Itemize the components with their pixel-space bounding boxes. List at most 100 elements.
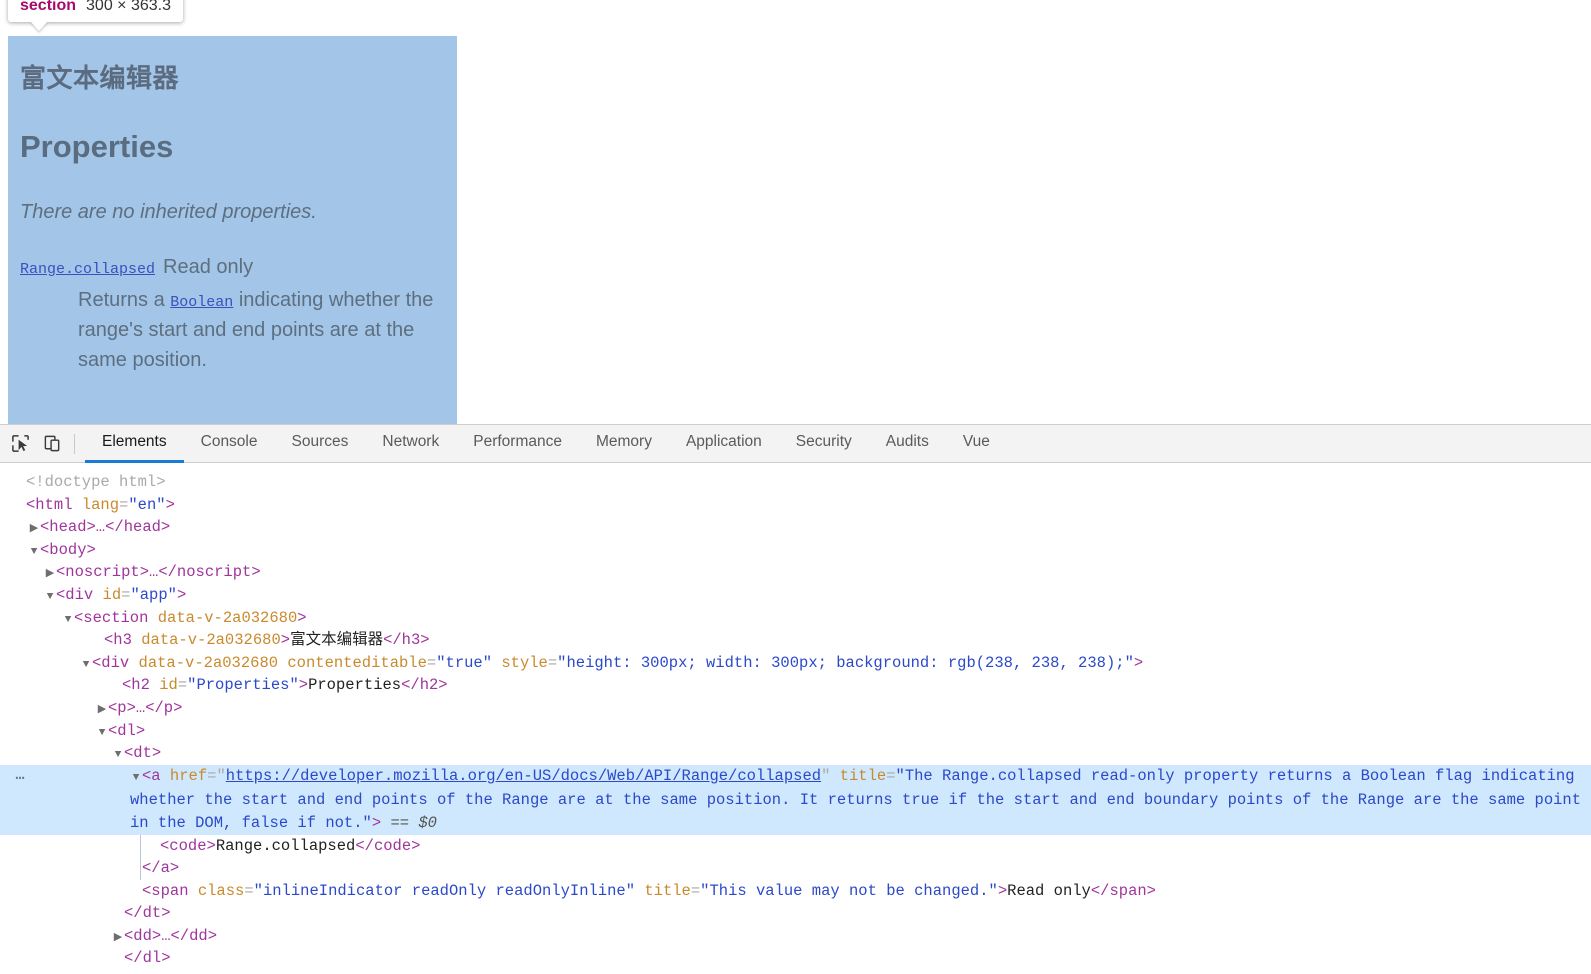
dom-node-head[interactable]: ▶ <head>…</head> xyxy=(0,516,1591,539)
div-app-twisty-icon[interactable]: ▼ xyxy=(44,586,56,609)
head-twisty-icon[interactable]: ▶ xyxy=(28,518,40,541)
tab-sources[interactable]: Sources xyxy=(275,425,366,463)
dd-collapsed-text: <dd>…</dd> xyxy=(124,926,218,945)
tab-console[interactable]: Console xyxy=(184,425,275,463)
body-twisty-icon[interactable]: ▼ xyxy=(28,541,40,564)
code-close-tag: </code> xyxy=(355,836,421,855)
span-text: Read only xyxy=(1007,881,1091,900)
device-toolbar-icon[interactable] xyxy=(36,429,68,459)
dom-node-doctype[interactable]: ▶<!doctype html> xyxy=(0,471,1591,494)
screenshot-root: section 300 × 363.3 富文本编辑器 Properties The… xyxy=(0,0,1591,974)
dom-node-p[interactable]: ▶ <p>…</p> xyxy=(0,697,1591,720)
page-heading-properties: Properties xyxy=(20,129,174,164)
dl-close-tag: </dl> xyxy=(124,949,171,968)
dom-node-dd[interactable]: ▶ <dd>…</dd> xyxy=(0,925,1591,948)
dom-node-div-editable[interactable]: ▼ <div data-v-2a032680 contenteditable="t… xyxy=(0,652,1591,675)
div-editable-contenteditable-value: "true" xyxy=(436,653,493,672)
inspector-tooltip: section 300 × 363.3 xyxy=(8,0,183,22)
doctype-text: <!doctype html> xyxy=(26,473,166,491)
dom-node-div-app[interactable]: ▼ <div id="app"> xyxy=(0,584,1591,607)
h3-text: 富文本编辑器 xyxy=(290,631,384,650)
dom-node-noscript[interactable]: ▶ <noscript>…</noscript> xyxy=(0,561,1591,584)
span-title-value: "This value may not be changed." xyxy=(700,881,998,900)
read-only-indicator: Read only xyxy=(163,256,254,278)
page-heading-h3: 富文本编辑器 xyxy=(20,64,180,94)
dom-node-h3[interactable]: ▶<h3 data-v-2a032680>富文本编辑器</h3> xyxy=(0,629,1591,652)
div-app-id-attr: id xyxy=(102,585,122,604)
tab-network[interactable]: Network xyxy=(365,425,456,463)
property-description: Returns a Boolean indicating whether the… xyxy=(78,285,457,375)
div-editable-style-attr: style xyxy=(501,653,548,672)
div-editable-data-v-attr: data-v-2a032680 xyxy=(138,653,279,672)
inherited-properties-note: There are no inherited properties. xyxy=(20,201,317,223)
dt-twisty-icon[interactable]: ▼ xyxy=(112,744,124,767)
anchor-twisty-icon[interactable]: ▼ xyxy=(130,767,142,790)
properties-definition-list: Range.collapsed Read only Returns a Boole… xyxy=(20,256,457,375)
html-lang-attr: lang xyxy=(81,495,120,514)
dom-node-section[interactable]: ▼ <section data-v-2a032680> xyxy=(0,607,1591,630)
h2-tag: <h2 xyxy=(122,676,150,695)
span-title-attr: title xyxy=(644,881,691,900)
dom-node-code[interactable]: ▶<code>Range.collapsed</code> xyxy=(0,834,1591,880)
h2-id-attr: id xyxy=(159,676,178,695)
tab-audits[interactable]: Audits xyxy=(869,425,946,463)
dom-node-dt-close[interactable]: ▶</dt> xyxy=(0,902,1591,925)
html-open-tag: <html xyxy=(26,495,73,514)
tab-application[interactable]: Application xyxy=(669,425,779,463)
tab-vue[interactable]: Vue xyxy=(946,425,1007,463)
div-editable-twisty-icon[interactable]: ▼ xyxy=(80,654,92,677)
anchor-title-attr: title xyxy=(839,766,887,785)
dd-twisty-icon[interactable]: ▶ xyxy=(112,927,124,950)
dom-node-anchor-selected[interactable]: … ▼ <a href="https://developer.mozilla.or… xyxy=(0,764,1591,835)
dl-twisty-icon[interactable]: ▼ xyxy=(96,722,108,745)
devtools-toolbar: Elements Console Sources Network Perform… xyxy=(0,425,1591,463)
tooltip-dimensions: 300 × 363.3 xyxy=(86,0,171,14)
tab-elements[interactable]: Elements xyxy=(85,425,184,463)
noscript-collapsed-text: <noscript>…</noscript> xyxy=(56,563,261,582)
div-editable-tag: <div xyxy=(92,653,130,672)
span-class-value: "inlineIndicator readOnly readOnlyInline… xyxy=(253,881,636,900)
span-class-attr: class xyxy=(197,881,245,900)
h2-text: Properties xyxy=(308,676,402,695)
dom-node-dl-close[interactable]: ▶</dl> xyxy=(0,947,1591,970)
html-lang-value: "en" xyxy=(128,495,166,514)
anchor-href-attr: href xyxy=(169,766,208,785)
div-app-tag: <div xyxy=(56,585,94,604)
range-collapsed-link[interactable]: Range.collapsed xyxy=(20,261,155,278)
section-data-v-attr: data-v-2a032680 xyxy=(157,608,298,627)
hidden-children-ellipsis: … xyxy=(15,766,25,784)
div-editable-style-value: "height: 300px; width: 300px; background… xyxy=(557,653,1134,672)
selected-node-marker: == $0 xyxy=(390,813,437,832)
dom-node-span[interactable]: ▶<span class="inlineIndicator readOnly r… xyxy=(0,880,1591,903)
tab-security[interactable]: Security xyxy=(779,425,869,463)
dom-node-dt[interactable]: ▼ <dt> xyxy=(0,742,1591,765)
section-twisty-icon[interactable]: ▼ xyxy=(62,609,74,632)
h2-close-tag: </h2> xyxy=(401,676,448,695)
h2-id-value: "Properties" xyxy=(187,676,299,695)
dom-node-anchor-close[interactable]: ▶</a> xyxy=(0,857,1591,880)
dom-node-html[interactable]: ▶<html lang="en"> xyxy=(0,494,1591,517)
tooltip-tag-name: section xyxy=(20,0,77,14)
code-open-tag: <code> xyxy=(160,836,216,855)
anchor-href-value[interactable]: https://developer.mozilla.org/en-US/docs… xyxy=(226,767,821,785)
boolean-link[interactable]: Boolean xyxy=(170,294,233,311)
anchor-tag: <a xyxy=(142,766,161,785)
dom-node-h2[interactable]: ▶<h2 id="Properties">Properties</h2> xyxy=(0,674,1591,697)
section-tag: <section xyxy=(74,608,149,627)
dt-close-tag: </dt> xyxy=(124,904,171,923)
toolbar-divider xyxy=(74,433,75,454)
property-term: Range.collapsed Read only xyxy=(20,256,457,279)
span-close-tag: </span> xyxy=(1090,881,1156,900)
noscript-twisty-icon[interactable]: ▶ xyxy=(44,563,56,586)
dom-node-body[interactable]: ▼ <body> xyxy=(0,539,1591,562)
dom-tree[interactable]: ▶<!doctype html> ▶<html lang="en"> ▶<hea… xyxy=(0,463,1591,974)
p-twisty-icon[interactable]: ▶ xyxy=(96,699,108,722)
tab-performance[interactable]: Performance xyxy=(456,425,579,463)
web-page-viewport: section 300 × 363.3 富文本编辑器 Properties The… xyxy=(0,0,1591,428)
tab-memory[interactable]: Memory xyxy=(579,425,669,463)
inspect-element-icon[interactable] xyxy=(4,429,36,459)
dom-node-dl[interactable]: ▼ <dl> xyxy=(0,720,1591,743)
devtools-panel: Elements Console Sources Network Perform… xyxy=(0,424,1591,974)
head-collapsed-text: <head>…</head> xyxy=(40,518,171,537)
div-editable-contenteditable-attr: contenteditable xyxy=(287,653,427,672)
